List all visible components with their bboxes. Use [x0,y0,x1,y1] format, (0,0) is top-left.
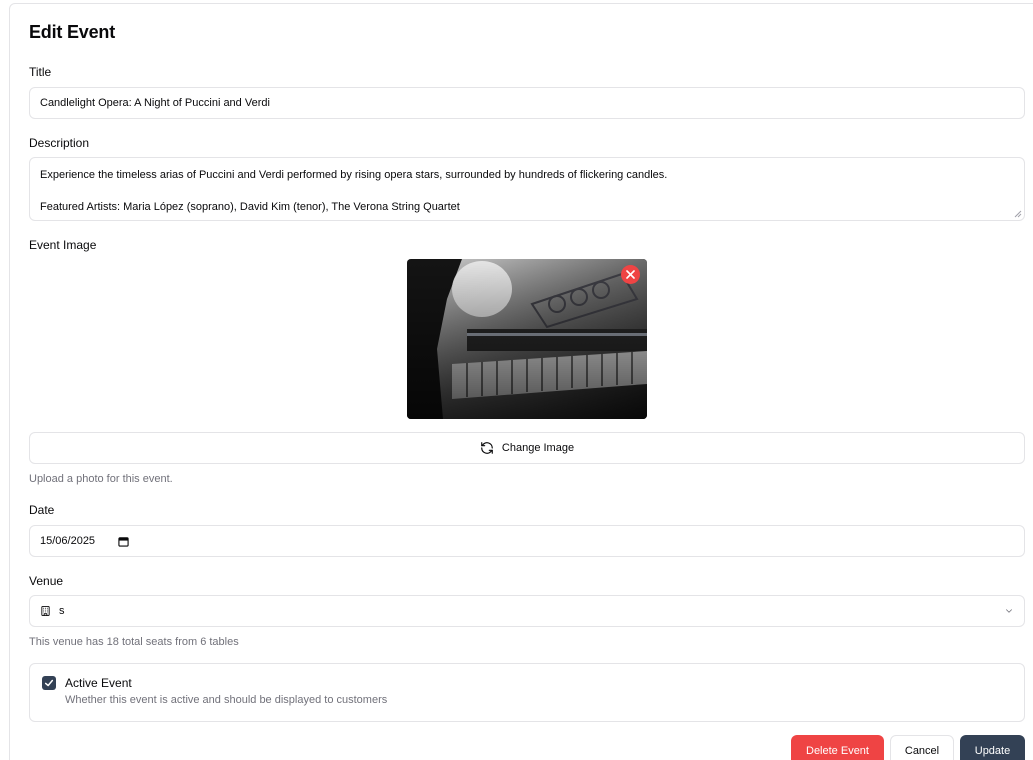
title-label: Title [29,65,52,79]
description-label: Description [29,136,90,150]
date-input[interactable]: 15/06/2025 [29,525,1025,557]
venue-label: Venue [29,574,64,588]
description-line-1: Experience the timeless arias of Puccini… [40,169,668,181]
date-label: Date [29,503,55,517]
building-icon [41,605,50,617]
venue-help-text: This venue has 18 total seats from 6 tab… [29,636,239,648]
active-event-checkbox[interactable] [42,676,56,690]
image-help-text: Upload a photo for this event. [29,473,173,485]
event-image-label: Event Image [29,238,97,252]
date-input-value: 15/06/2025 [40,535,96,547]
cancel-button[interactable]: Cancel [890,735,954,760]
remove-image-button[interactable] [621,265,640,284]
event-image-preview [407,259,647,419]
description-textarea[interactable]: Experience the timeless arias of Puccini… [29,157,1025,221]
description-line-2: Featured Artists: Maria López (soprano),… [40,201,460,213]
resize-grip-icon[interactable] [1014,210,1022,218]
refresh-icon [481,442,493,454]
chevron-down-icon [1006,609,1012,613]
title-input[interactable]: Candlelight Opera: A Night of Puccini an… [29,87,1025,119]
piano-photo [407,259,647,419]
active-event-description: Whether this event is active and should … [65,694,388,706]
calendar-icon[interactable] [118,536,129,547]
active-event-card [29,663,1025,722]
check-icon [44,679,54,687]
active-event-label: Active Event [65,676,132,690]
change-image-button[interactable]: Change Image [29,432,1025,464]
close-icon [626,270,635,279]
title-input-value: Candlelight Opera: A Night of Puccini an… [40,97,270,109]
venue-select-value: s [59,605,65,617]
venue-select[interactable]: s [29,595,1025,627]
update-button[interactable]: Update [960,735,1025,760]
delete-event-button[interactable]: Delete Event [791,735,884,760]
page-title: Edit Event [29,22,116,42]
change-image-label: Change Image [501,442,575,454]
